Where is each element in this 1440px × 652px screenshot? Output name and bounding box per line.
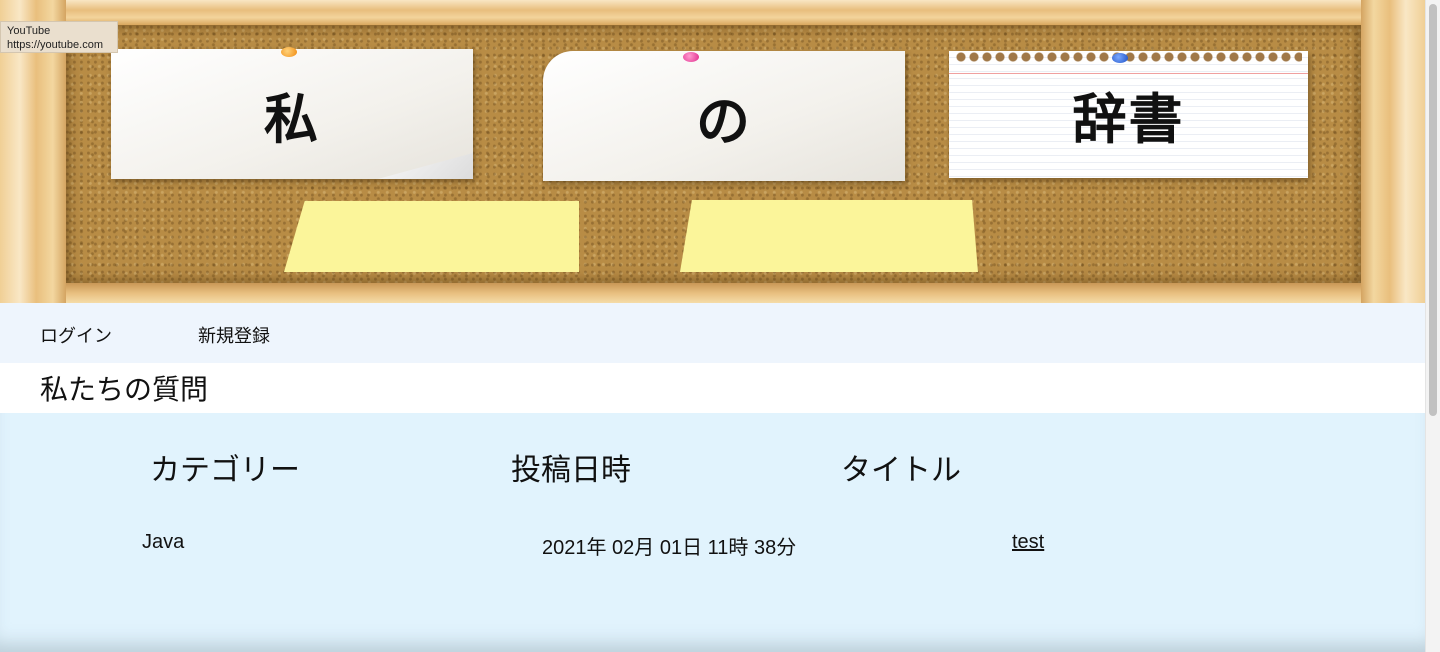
questions-table: カテゴリー 投稿日時 タイトル Java 2021年 02月 01日 11時 3… xyxy=(0,413,1425,652)
pushpin-icon xyxy=(281,47,297,57)
row-posted-at: 2021年 02月 01日 11時 38分 xyxy=(542,537,797,559)
scrollbar-thumb[interactable] xyxy=(1429,4,1437,416)
vertical-scrollbar[interactable] xyxy=(1425,0,1440,652)
banner-word-3: 辞書 xyxy=(1072,87,1185,151)
spiral-rings xyxy=(955,51,1302,63)
frame-right xyxy=(1361,0,1425,303)
column-header-posted-at: 投稿日時 xyxy=(511,453,631,488)
row-title-link[interactable]: test xyxy=(1012,531,1044,554)
column-header-title: タイトル xyxy=(841,453,961,488)
register-link[interactable]: 新規登録 xyxy=(198,322,270,348)
login-link[interactable]: ログイン xyxy=(40,322,112,348)
link-tooltip: YouTube https://youtube.com xyxy=(0,21,118,53)
frame-bottom xyxy=(0,283,1425,303)
sticky-note xyxy=(680,200,978,272)
row-category: Java xyxy=(142,531,185,553)
page-curl xyxy=(378,153,473,179)
column-header-category: カテゴリー xyxy=(150,453,300,488)
page-title: 私たちの質問 xyxy=(40,373,209,406)
pushpin-icon xyxy=(683,52,699,62)
header-banner: 私 の 辞書 xyxy=(0,0,1425,303)
nav-bar: ログイン 新規登録 xyxy=(0,303,1425,363)
note-card-3: 辞書 xyxy=(949,51,1308,178)
margin-line xyxy=(949,73,1308,74)
sticky-note xyxy=(284,201,579,272)
tooltip-title: YouTube xyxy=(7,25,51,37)
pushpin-icon xyxy=(1112,53,1128,63)
banner-word-2: の xyxy=(696,88,752,153)
frame-top xyxy=(0,0,1425,25)
note-card-1: 私 xyxy=(111,49,473,179)
tooltip-url: https://youtube.com xyxy=(7,39,103,51)
note-card-2: の xyxy=(543,51,905,181)
banner-word-1: 私 xyxy=(264,86,320,151)
